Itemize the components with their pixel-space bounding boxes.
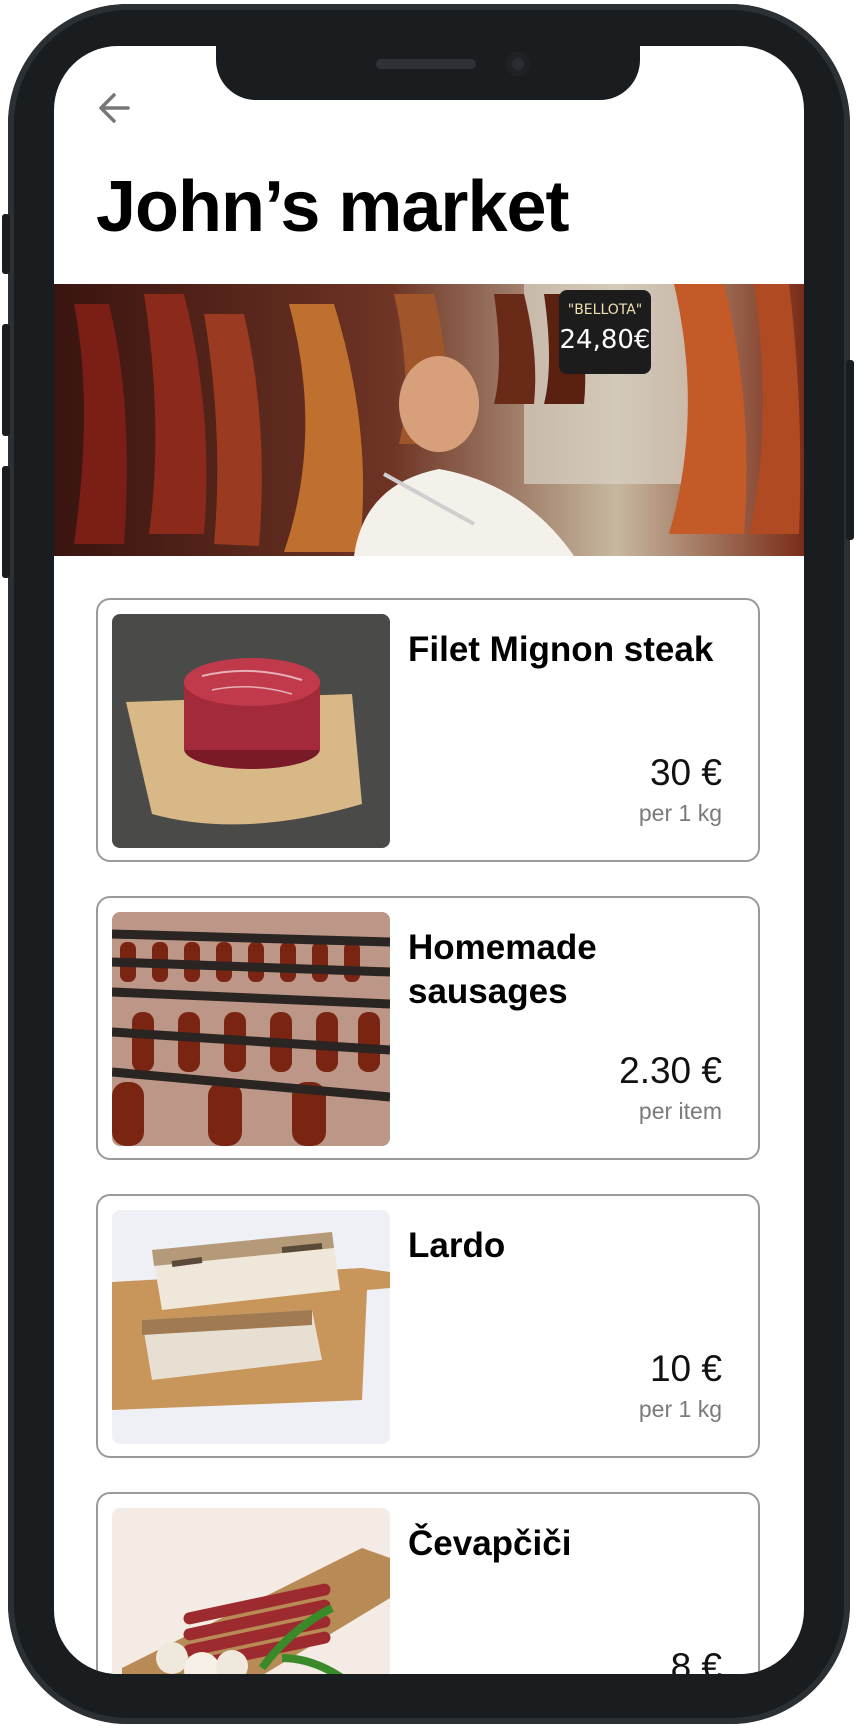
product-price: 30 € <box>649 752 722 793</box>
phone-notch <box>216 46 640 100</box>
product-name: Homemade sausages <box>408 928 597 1011</box>
page-title: John’s market <box>96 167 570 247</box>
front-camera <box>506 52 530 76</box>
product-name: Čevapčiči <box>408 1524 572 1563</box>
back-button[interactable] <box>92 86 136 130</box>
app-screen: John’s market "BELLOTA" 24,80€ Filet Mig… <box>54 46 804 1674</box>
mute-switch <box>2 214 10 274</box>
product-card[interactable]: Homemade sausages 2.30 € per item <box>96 896 760 1160</box>
product-price: 10 € <box>649 1348 722 1389</box>
market-banner-image: "BELLOTA" 24,80€ <box>54 284 804 556</box>
arrow-left-icon <box>99 93 130 123</box>
product-card[interactable]: Filet Mignon steak 30 € per 1 kg <box>96 598 760 862</box>
volume-down-button <box>2 466 10 578</box>
product-image <box>112 912 390 1146</box>
product-unit: per item <box>638 1098 722 1124</box>
power-button <box>846 360 854 540</box>
product-name: Lardo <box>408 1226 506 1265</box>
product-name: Filet Mignon steak <box>408 630 714 669</box>
svg-text:24,80€: 24,80€ <box>560 325 651 355</box>
product-image <box>112 1508 390 1674</box>
product-unit: per 1 kg <box>638 1396 722 1422</box>
speaker-grille <box>376 59 476 69</box>
product-image <box>112 1210 390 1444</box>
product-card[interactable]: Lardo 10 € per 1 kg <box>96 1194 760 1458</box>
product-image <box>112 614 390 848</box>
svg-text:"BELLOTA": "BELLOTA" <box>568 302 643 318</box>
product-card[interactable]: Čevapčiči 8 € <box>96 1492 760 1674</box>
product-price: 2.30 € <box>619 1050 722 1091</box>
volume-up-button <box>2 324 10 436</box>
product-unit: per 1 kg <box>638 800 722 826</box>
product-price: 8 € <box>670 1646 722 1674</box>
